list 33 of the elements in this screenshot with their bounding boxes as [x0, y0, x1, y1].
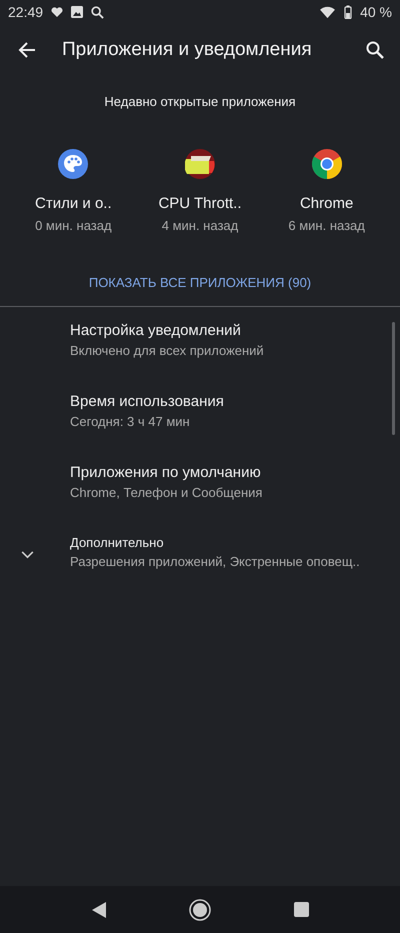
app-name[interactable]: Стили и о..	[35, 195, 112, 212]
search-icon[interactable]	[366, 41, 384, 59]
chevron-down-icon[interactable]	[20, 551, 34, 559]
setting-summary: Разрешения приложений, Экстренные оповещ..	[70, 554, 360, 569]
setting-title[interactable]: Дополнительно	[70, 535, 360, 550]
setting-title[interactable]: Настройка уведомлений	[70, 322, 264, 339]
page-title: Приложения и уведомления	[62, 39, 313, 61]
image-icon	[71, 6, 84, 18]
section-heading: Недавно открытые приложения	[103, 94, 297, 109]
battery-percent: 40 %	[360, 4, 392, 20]
show-all-apps-button[interactable]: ПОКАЗАТЬ ВСЕ ПРИЛОЖЕНИЯ (90)	[80, 269, 320, 296]
app-last-used: 0 мин. назад	[35, 218, 112, 233]
heart-icon	[51, 7, 64, 17]
recents-icon[interactable]	[294, 902, 308, 917]
palette-icon[interactable]	[58, 149, 88, 179]
setting-summary: Chrome, Телефон и Сообщения	[70, 485, 262, 500]
status-time: 22:49	[8, 4, 44, 20]
setting-title[interactable]: Приложения по умолчанию	[70, 464, 262, 481]
setting-title[interactable]: Время использования	[70, 393, 224, 410]
app-last-used: 6 мин. назад	[288, 218, 365, 233]
setting-summary: Сегодня: 3 ч 47 мин	[70, 414, 191, 429]
app-name[interactable]: Chrome	[300, 195, 354, 212]
app-name[interactable]: CPU Thrott..	[158, 195, 242, 212]
home-icon[interactable]	[188, 898, 210, 920]
chrome-logo-icon[interactable]	[312, 149, 342, 179]
wifi-icon	[319, 6, 336, 18]
back-icon[interactable]	[92, 902, 106, 918]
app-last-used: 4 мин. назад	[162, 218, 238, 233]
search-icon	[91, 6, 104, 18]
app-icon[interactable]	[184, 149, 215, 179]
battery-icon	[344, 5, 352, 19]
back-arrow-icon[interactable]	[18, 41, 36, 59]
setting-summary: Включено для всех приложений	[70, 343, 264, 358]
